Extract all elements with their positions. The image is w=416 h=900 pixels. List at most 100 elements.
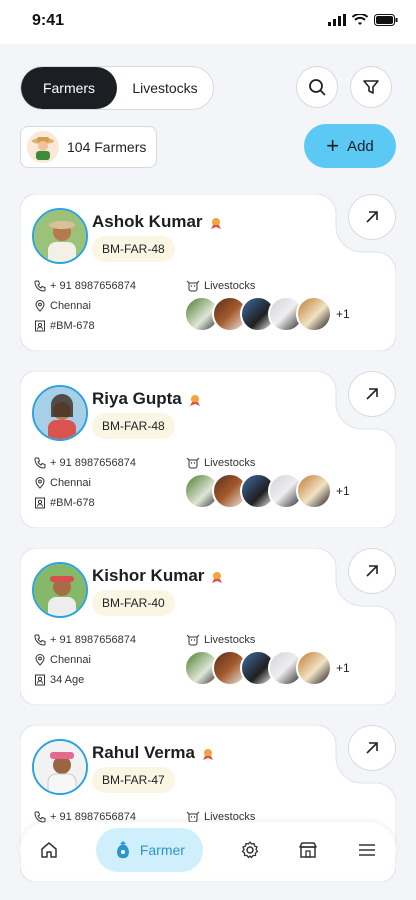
award-icon <box>189 394 200 406</box>
cow-icon <box>186 280 200 292</box>
id-text: #BM-678 <box>50 320 95 332</box>
farmer-nav-icon <box>116 841 129 859</box>
add-button[interactable]: + Add <box>304 124 396 168</box>
age-text: 34 Age <box>50 674 85 686</box>
id-text: #BM-678 <box>50 497 95 509</box>
nav-store[interactable] <box>296 838 320 862</box>
farmer-code: BM-FAR-47 <box>92 767 175 793</box>
award-icon <box>212 571 223 583</box>
livestocks-label: Livestocks <box>186 457 255 469</box>
farmer-photo <box>32 562 88 618</box>
gear-icon <box>241 841 258 859</box>
farmer-name: Riya Gupta <box>92 389 202 409</box>
farmer-card[interactable]: Kishor Kumar BM-FAR-40 + 91 8987656874 C… <box>20 548 396 705</box>
livestock-thumb <box>296 473 332 509</box>
nav-farmer-label: Farmer <box>139 842 185 858</box>
id-icon <box>35 674 45 686</box>
age-row: 34 Age <box>34 674 84 686</box>
award-icon <box>203 748 213 760</box>
segment-control: Farmers Livestocks <box>20 66 214 110</box>
more-count: +1 <box>336 307 350 321</box>
farmer-count: 104 Farmers <box>67 139 147 155</box>
home-icon <box>41 842 58 858</box>
farmer-count-chip: 104 Farmers <box>20 126 158 168</box>
signal-icon <box>328 14 346 26</box>
tab-farmers[interactable]: Farmers <box>21 67 117 109</box>
id-icon <box>35 497 45 509</box>
farmer-photo <box>32 208 88 264</box>
tab-livestocks[interactable]: Livestocks <box>117 67 213 109</box>
id-row: #BM-678 <box>34 320 95 332</box>
farmer-name: Rahul Verma <box>92 743 215 763</box>
nav-menu[interactable] <box>355 838 379 862</box>
status-icons <box>328 14 398 26</box>
open-farmer-button[interactable] <box>348 725 396 771</box>
livestocks-label: Livestocks <box>186 280 255 292</box>
location-row: Chennai <box>34 300 91 312</box>
id-icon <box>35 320 45 332</box>
arrow-up-right-icon <box>366 388 378 400</box>
farmer-name: Ashok Kumar <box>92 212 223 232</box>
phone-icon <box>34 280 46 292</box>
location-icon <box>35 654 45 666</box>
phone-icon <box>34 634 46 646</box>
menu-icon <box>358 844 375 856</box>
phone-row: + 91 8987656874 <box>34 457 136 469</box>
store-icon <box>299 842 317 858</box>
farmer-card[interactable]: Riya Gupta BM-FAR-48 + 91 8987656874 Che… <box>20 371 396 528</box>
add-label: Add <box>347 137 374 155</box>
battery-icon <box>374 14 398 26</box>
search-button[interactable] <box>296 66 338 108</box>
livestocks-label-text: Livestocks <box>204 457 256 469</box>
phone-row: + 91 8987656874 <box>34 634 136 646</box>
open-farmer-button[interactable] <box>348 371 396 417</box>
arrow-up-right-icon <box>366 742 378 754</box>
cow-icon <box>186 457 200 469</box>
filter-button[interactable] <box>350 66 392 108</box>
farmers-screen: Farmers Livestocks 104 Farmers + Add Ash… <box>0 44 416 900</box>
bottom-nav: Farmer <box>20 822 396 878</box>
arrow-up-right-icon <box>366 565 378 577</box>
award-icon <box>210 217 221 229</box>
livestock-thumbnails[interactable]: +1 <box>184 296 350 332</box>
nav-home[interactable] <box>37 838 61 862</box>
more-count: +1 <box>336 484 350 498</box>
nav-farmer[interactable]: Farmer <box>95 828 203 872</box>
open-farmer-button[interactable] <box>348 548 396 594</box>
location-text: Chennai <box>50 300 91 312</box>
farmer-card[interactable]: Ashok Kumar BM-FAR-48 + 91 8987656874 Ch… <box>20 194 396 351</box>
livestocks-label-text: Livestocks <box>204 280 256 292</box>
more-count: +1 <box>336 661 350 675</box>
status-bar: 9:41 <box>0 0 416 44</box>
farmer-name: Kishor Kumar <box>92 566 224 586</box>
livestocks-label-text: Livestocks <box>204 634 256 646</box>
id-row: #BM-678 <box>34 497 95 509</box>
farmer-code: BM-FAR-40 <box>92 590 175 616</box>
farmer-photo <box>32 385 88 441</box>
farmer-photo <box>32 739 88 795</box>
farmer-avatar-icon <box>27 131 59 163</box>
location-text: Chennai <box>50 477 91 489</box>
wifi-icon <box>352 14 368 25</box>
location-icon <box>35 477 45 489</box>
plus-icon: + <box>326 133 340 158</box>
livestock-thumbnails[interactable]: +1 <box>184 650 350 686</box>
phone-row: + 91 8987656874 <box>34 280 136 292</box>
livestocks-label: Livestocks <box>186 634 255 646</box>
filter-icon <box>363 80 379 94</box>
arrow-up-right-icon <box>366 211 378 223</box>
livestock-thumb <box>296 296 332 332</box>
livestock-thumbnails[interactable]: +1 <box>184 473 350 509</box>
farmer-code: BM-FAR-48 <box>92 413 175 439</box>
location-text: Chennai <box>50 654 91 666</box>
phone-text: + 91 8987656874 <box>50 280 136 292</box>
cow-icon <box>186 634 200 646</box>
search-icon <box>309 79 326 96</box>
nav-settings[interactable] <box>238 838 262 862</box>
phone-text: + 91 8987656874 <box>50 634 136 646</box>
livestock-thumb <box>296 650 332 686</box>
location-row: Chennai <box>34 654 91 666</box>
open-farmer-button[interactable] <box>348 194 396 240</box>
phone-text: + 91 8987656874 <box>50 457 136 469</box>
phone-icon <box>34 457 46 469</box>
